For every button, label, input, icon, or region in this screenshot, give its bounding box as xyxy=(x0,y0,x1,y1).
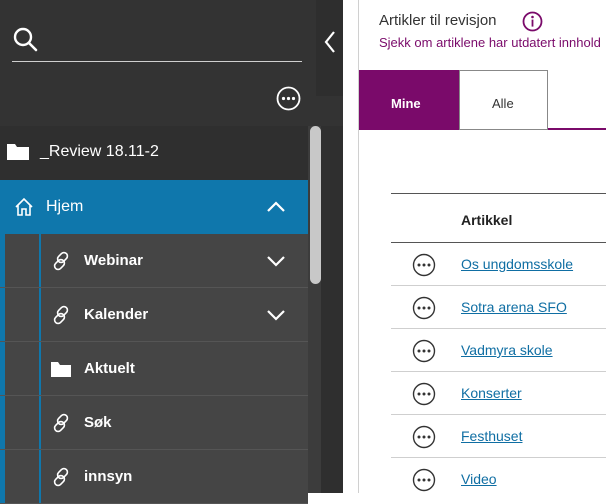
column-header-artikkel: Artikkel xyxy=(461,212,513,228)
nav-item-kalender[interactable]: Kalender xyxy=(0,288,308,342)
link-icon xyxy=(53,467,69,487)
tree-guide xyxy=(0,288,5,341)
home-icon xyxy=(15,197,33,216)
article-link[interactable]: Video xyxy=(461,471,497,487)
review-panel: Artikler til revisjon Sjekk om artiklene… xyxy=(358,0,606,493)
tree-guide xyxy=(39,234,41,287)
nav-home-label: Hjem xyxy=(46,198,84,215)
tree-guide xyxy=(39,288,41,341)
nav-item-aktuelt[interactable]: Aktuelt xyxy=(0,342,308,396)
table-row: Festhuset xyxy=(391,415,606,458)
table-row: Konserter xyxy=(391,372,606,415)
nav-item-sok[interactable]: Søk xyxy=(0,396,308,450)
tree-guide xyxy=(0,234,5,287)
nav-item-webinar[interactable]: Webinar xyxy=(0,234,308,288)
more-options-icon[interactable] xyxy=(412,468,436,492)
article-link[interactable]: Os ungdomsskole xyxy=(461,256,573,272)
article-link[interactable]: Vadmyra skole xyxy=(461,342,553,358)
link-icon xyxy=(53,305,69,325)
more-options-icon[interactable] xyxy=(412,425,436,449)
article-link[interactable]: Sotra arena SFO xyxy=(461,299,567,315)
nav-item-home[interactable]: Hjem xyxy=(0,180,308,234)
more-options-icon[interactable] xyxy=(412,253,436,277)
chevron-left-icon[interactable] xyxy=(323,30,337,54)
link-icon xyxy=(53,413,69,433)
folder-icon xyxy=(7,144,29,160)
more-options-icon[interactable] xyxy=(412,339,436,363)
search-bar xyxy=(12,22,302,62)
nav-item-innsyn[interactable]: innsyn xyxy=(0,450,308,504)
tree-guide xyxy=(0,396,5,449)
tab-bar: Mine Alle xyxy=(359,70,606,130)
info-icon[interactable] xyxy=(522,11,543,32)
folder-icon xyxy=(51,362,71,377)
tab-mine[interactable]: Mine xyxy=(359,70,459,130)
chevron-down-icon[interactable] xyxy=(266,254,286,268)
table-row: Sotra arena SFO xyxy=(391,286,606,329)
link-icon xyxy=(53,251,69,271)
nav-item-label: Søk xyxy=(84,414,112,431)
table-header: Artikkel xyxy=(391,193,606,243)
nav-item-label: innsyn xyxy=(84,468,133,485)
chevron-up-icon[interactable] xyxy=(266,200,286,214)
more-options-icon[interactable] xyxy=(412,296,436,320)
sidebar-edge xyxy=(321,126,343,493)
tab-label: Mine xyxy=(391,96,421,111)
sidebar-scrollbar-thumb[interactable] xyxy=(310,126,321,284)
panel-title: Artikler til revisjon xyxy=(379,12,497,29)
tree-guide xyxy=(0,342,5,395)
tree-root-item[interactable]: _Review 18.11-2 xyxy=(0,126,308,180)
tree-guide xyxy=(39,450,41,503)
search-input[interactable] xyxy=(48,28,298,54)
tree-root-label: _Review 18.11-2 xyxy=(40,143,159,160)
nav-item-label: Kalender xyxy=(84,306,149,323)
table-row: Video xyxy=(391,458,606,493)
tree-guide xyxy=(0,450,5,503)
tab-underline xyxy=(548,128,606,130)
article-link[interactable]: Festhuset xyxy=(461,428,522,444)
tree-guide xyxy=(39,342,41,395)
nav-item-label: Aktuelt xyxy=(84,360,135,377)
search-icon[interactable] xyxy=(12,26,38,52)
main-gutter xyxy=(343,0,359,493)
tree-guide xyxy=(39,396,41,449)
tab-alle[interactable]: Alle xyxy=(459,70,548,130)
table-row: Os ungdomsskole xyxy=(391,243,606,286)
more-options-icon[interactable] xyxy=(412,382,436,406)
panel-header: Artikler til revisjon Sjekk om artiklene… xyxy=(359,0,606,70)
tab-label: Alle xyxy=(492,96,514,111)
article-link[interactable]: Konserter xyxy=(461,385,522,401)
more-options-icon[interactable] xyxy=(276,86,301,111)
table-row: Vadmyra skole xyxy=(391,329,606,372)
nav-item-label: Webinar xyxy=(84,252,143,269)
chevron-down-icon[interactable] xyxy=(266,308,286,322)
panel-subtitle: Sjekk om artiklene har utdatert innhold xyxy=(379,35,601,50)
